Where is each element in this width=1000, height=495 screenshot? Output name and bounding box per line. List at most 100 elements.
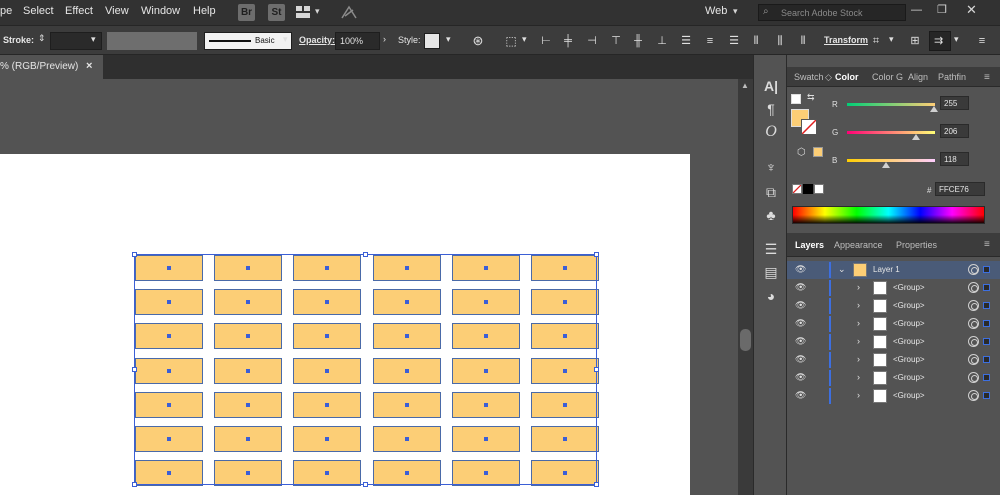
b-slider-thumb[interactable] [882, 162, 890, 168]
chevron-down-icon[interactable]: ▾ [733, 6, 738, 17]
visibility-eye-icon[interactable]: 👁 [795, 372, 806, 383]
align-vertical-center-icon[interactable]: ╫ [632, 34, 644, 48]
layer-group-row[interactable]: 👁 › <Group> [787, 315, 1000, 333]
align-left-icon[interactable]: ⊢ [540, 34, 552, 48]
close-tab-icon[interactable]: × [86, 60, 92, 72]
transform-options-icon[interactable]: ⌗ [870, 34, 882, 48]
arrange-documents-icon[interactable] [296, 6, 310, 18]
symbols-panel-icon[interactable]: ♆ [762, 158, 780, 176]
chevron-down-icon[interactable]: ▾ [954, 34, 959, 45]
menu-help[interactable]: Help [193, 5, 216, 17]
group-name[interactable]: <Group> [893, 301, 925, 310]
isolate-group-icon[interactable]: ⊞ [909, 34, 921, 48]
tab-color-guide[interactable]: Color G [872, 72, 903, 82]
gradient-panel-icon[interactable]: ▤ [762, 263, 780, 281]
stock-search-input[interactable]: ⌕ Search Adobe Stock [758, 4, 906, 21]
panel-menu-icon[interactable]: ≡ [984, 239, 990, 250]
selection-indicator[interactable] [983, 392, 990, 399]
distribute-right-icon[interactable]: ⫴ [797, 34, 809, 48]
tab-color-sort-icon[interactable]: ◇ [825, 72, 832, 83]
group-name[interactable]: <Group> [893, 283, 925, 292]
hex-field[interactable]: FFCE76 [935, 182, 985, 196]
default-colors-icon[interactable] [791, 94, 801, 104]
selection-indicator[interactable] [983, 320, 990, 327]
resize-handle[interactable] [132, 366, 137, 372]
minimize-icon[interactable]: — [911, 4, 922, 16]
layer-row[interactable]: 👁 ⌄ Layer 1 [787, 261, 1000, 279]
panel-options-toggle[interactable]: ⇉ [929, 31, 951, 51]
menu-type[interactable]: pe [0, 5, 12, 17]
opacity-label[interactable]: Opacity: [299, 35, 335, 45]
tab-swatches[interactable]: Swatch [794, 72, 824, 82]
b-value-field[interactable]: 118 [940, 152, 969, 166]
swap-colors-icon[interactable]: ⇆ [807, 92, 815, 103]
transparency-panel-icon[interactable]: ◕ [762, 287, 780, 305]
chevron-right-icon[interactable]: › [383, 34, 386, 44]
workspace-switcher[interactable]: Web [705, 5, 727, 17]
vertical-scrollbar[interactable]: ▲ [738, 79, 753, 495]
resize-handle[interactable] [594, 482, 599, 487]
visibility-eye-icon[interactable]: 👁 [795, 318, 806, 329]
web-safe-color-swatch[interactable] [813, 147, 823, 157]
distribute-horizontal-center-icon[interactable]: ⫼ [774, 34, 786, 48]
g-slider-track[interactable] [847, 131, 935, 134]
asset-export-icon[interactable]: ⧉ [762, 183, 780, 201]
target-icon[interactable] [968, 300, 979, 311]
selection-indicator[interactable] [983, 266, 990, 273]
none-color-swatch[interactable] [792, 184, 802, 194]
selection-indicator[interactable] [983, 284, 990, 291]
resize-handle[interactable] [132, 482, 137, 487]
selection-indicator[interactable] [983, 356, 990, 363]
r-slider-track[interactable] [847, 103, 935, 106]
layer-group-row[interactable]: 👁 › <Group> [787, 351, 1000, 369]
white-color-swatch[interactable] [814, 184, 824, 194]
scrollbar-thumb[interactable] [740, 329, 751, 351]
selection-indicator[interactable] [983, 338, 990, 345]
align-bottom-icon[interactable]: ⊥ [656, 34, 668, 48]
layer-group-row[interactable]: 👁 › <Group> [787, 387, 1000, 405]
group-name[interactable]: <Group> [893, 319, 925, 328]
opacity-field[interactable]: 100% [335, 32, 380, 50]
menu-window[interactable]: Window [141, 5, 180, 17]
b-slider-track[interactable] [847, 159, 935, 162]
close-icon[interactable]: ✕ [966, 2, 977, 18]
align-to-icon[interactable]: ⬚ [505, 34, 517, 48]
layer-group-row[interactable]: 👁 › <Group> [787, 279, 1000, 297]
color-spectrum[interactable] [792, 206, 985, 224]
expand-arrow-icon[interactable]: › [857, 318, 860, 328]
scroll-up-icon[interactable]: ▲ [741, 81, 749, 90]
distribute-vertical-center-icon[interactable]: ≡ [704, 34, 716, 48]
panel-menu-icon[interactable]: ≡ [984, 72, 990, 83]
canvas-area[interactable] [0, 79, 738, 495]
tab-properties[interactable]: Properties [896, 240, 937, 250]
graphic-style-swatch[interactable] [424, 33, 440, 49]
transform-link[interactable]: Transform [824, 35, 868, 45]
visibility-eye-icon[interactable]: 👁 [795, 390, 806, 401]
target-icon[interactable] [968, 282, 979, 293]
gpu-performance-icon[interactable] [340, 4, 358, 21]
resize-handle[interactable] [594, 252, 599, 257]
group-name[interactable]: <Group> [893, 373, 925, 382]
chevron-down-icon[interactable]: ▾ [315, 6, 320, 17]
expand-arrow-icon[interactable]: › [857, 300, 860, 310]
g-value-field[interactable]: 206 [940, 124, 969, 138]
expand-arrow-icon[interactable]: › [857, 390, 860, 400]
chevron-down-icon[interactable]: ▾ [522, 34, 527, 45]
menu-select[interactable]: Select [23, 5, 54, 17]
selection-indicator[interactable] [983, 302, 990, 309]
chevron-down-icon[interactable]: ▾ [283, 34, 288, 45]
opentype-panel-icon[interactable]: O [762, 123, 780, 141]
align-right-icon[interactable]: ⊣ [586, 34, 598, 48]
stroke-panel-icon[interactable]: ☰ [762, 240, 780, 258]
visibility-eye-icon[interactable]: 👁 [795, 282, 806, 293]
tab-color[interactable]: Color [835, 72, 859, 82]
target-icon[interactable] [968, 372, 979, 383]
target-icon[interactable] [968, 264, 979, 275]
visibility-eye-icon[interactable]: 👁 [795, 300, 806, 311]
target-icon[interactable] [968, 390, 979, 401]
restore-icon[interactable]: ❐ [937, 3, 947, 16]
align-horizontal-center-icon[interactable]: ╪ [562, 34, 574, 48]
layer-group-row[interactable]: 👁 › <Group> [787, 297, 1000, 315]
out-of-gamut-cube-icon[interactable]: ⬡ [797, 147, 806, 158]
r-value-field[interactable]: 255 [940, 96, 969, 110]
